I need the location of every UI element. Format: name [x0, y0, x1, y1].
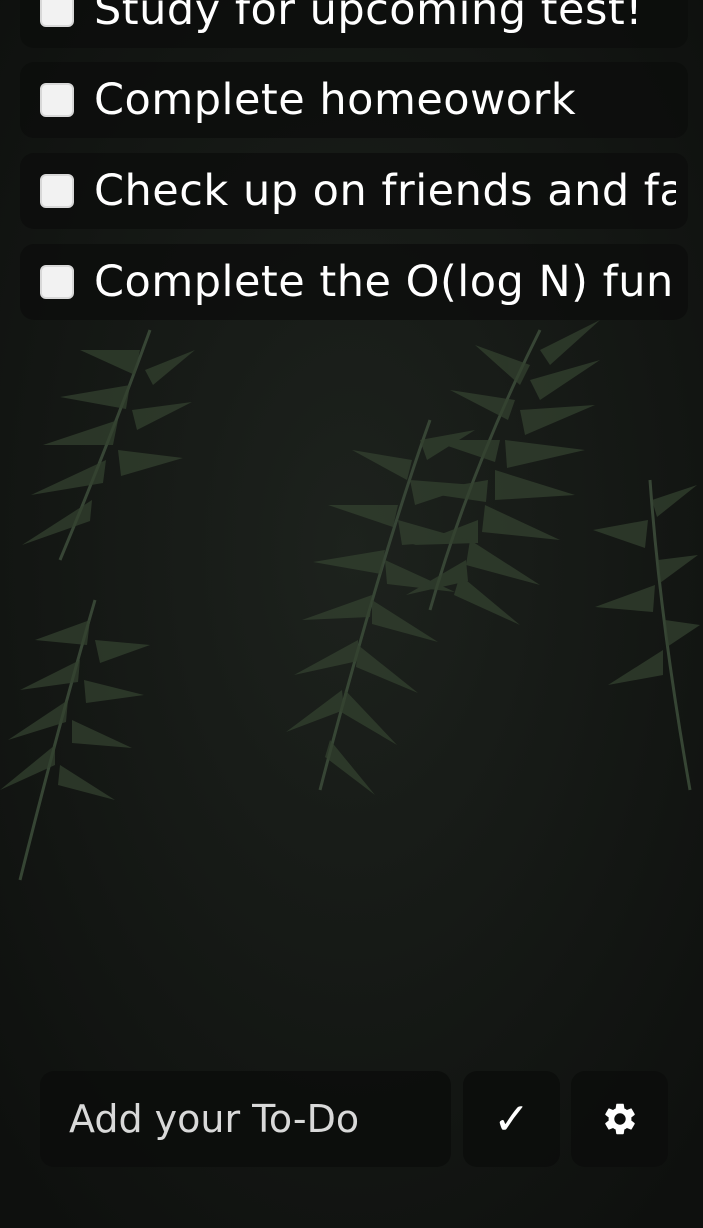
todo-text: Complete the O(log N) funct — [94, 257, 676, 307]
todo-item[interactable]: Complete homeowork — [20, 62, 688, 138]
todo-item[interactable]: Check up on friends and fa — [20, 153, 688, 229]
gear-icon — [604, 1103, 635, 1135]
todo-checkbox[interactable] — [40, 174, 74, 208]
settings-button[interactable] — [571, 1071, 668, 1167]
add-todo-button[interactable]: ✓ — [463, 1071, 560, 1167]
todo-text: Complete homeowork — [94, 75, 577, 125]
todo-checkbox[interactable] — [40, 265, 74, 299]
todo-text: Check up on friends and fa — [94, 166, 676, 216]
todo-item[interactable]: Complete the O(log N) funct — [20, 244, 688, 320]
todo-checkbox[interactable] — [40, 83, 74, 117]
todo-text: Study for upcoming test! — [94, 0, 643, 35]
todo-item[interactable]: Study for upcoming test! — [20, 0, 688, 48]
todo-checkbox[interactable] — [40, 0, 74, 27]
add-todo-input[interactable] — [40, 1071, 451, 1167]
